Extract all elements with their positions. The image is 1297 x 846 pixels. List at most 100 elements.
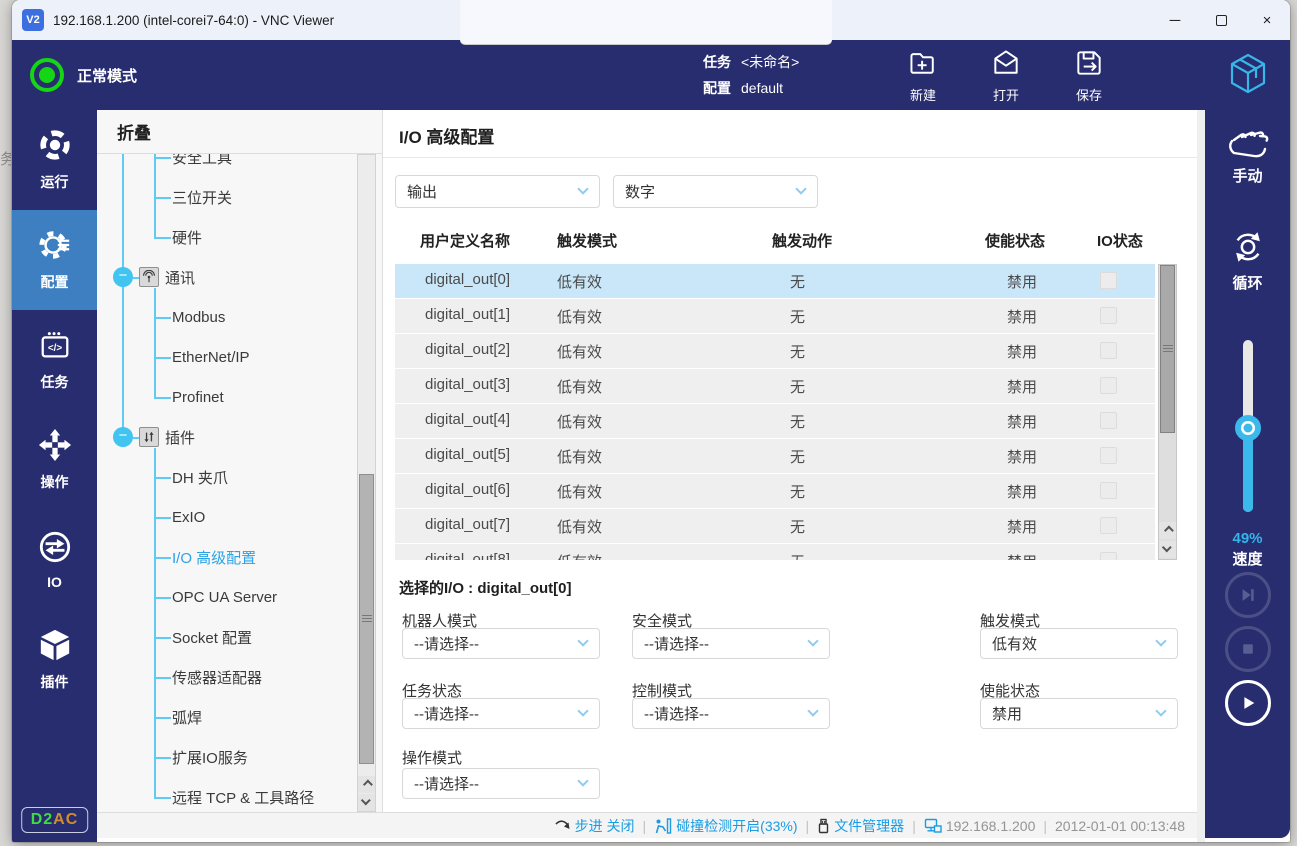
- collision-detection-toggle[interactable]: 碰撞检测开启(33%): [654, 816, 797, 836]
- sidebar-item-io[interactable]: IO: [12, 510, 97, 610]
- step-mode-label: 步进 关闭: [575, 816, 635, 836]
- io-state-checkbox[interactable]: [1100, 272, 1117, 289]
- io-table-row[interactable]: digital_out[0]低有效无禁用: [395, 264, 1155, 298]
- table-scrollbar[interactable]: [1158, 264, 1177, 560]
- maximize-icon: [1216, 15, 1227, 26]
- io-type-select[interactable]: 数字: [613, 175, 818, 208]
- close-button[interactable]: ×: [1244, 0, 1290, 40]
- form-select-value: 禁用: [981, 703, 1022, 724]
- tree-item[interactable]: −通讯: [97, 257, 352, 297]
- svg-text:</>: </>: [47, 343, 62, 354]
- io-table-row[interactable]: digital_out[1]低有效无禁用: [395, 299, 1155, 333]
- sidebar-item-任务[interactable]: </>任务: [12, 310, 97, 410]
- tree-item[interactable]: 传感器适配器: [97, 657, 352, 697]
- config-label: 配置: [703, 78, 731, 98]
- io-state-checkbox[interactable]: [1100, 447, 1117, 464]
- separator: |: [912, 818, 916, 834]
- tree-item-label: Profinet: [172, 389, 224, 406]
- table-scroll-up-button[interactable]: [1159, 522, 1176, 539]
- panel-gap: [1197, 110, 1205, 842]
- tree-item[interactable]: EtherNet/IP: [97, 337, 352, 377]
- io-table-row[interactable]: digital_out[6]低有效无禁用: [395, 474, 1155, 508]
- collapse-minus-icon[interactable]: −: [113, 427, 133, 447]
- open-file-button[interactable]: 打开: [975, 44, 1037, 106]
- io-icon: [38, 530, 72, 567]
- table-cell: 禁用: [1007, 306, 1037, 327]
- task-label: 任务: [703, 52, 731, 72]
- tree-item[interactable]: 安全工具: [97, 154, 352, 177]
- tree-item-label: EtherNet/IP: [172, 349, 250, 366]
- io-table-row[interactable]: digital_out[7]低有效无禁用: [395, 509, 1155, 543]
- speed-slider[interactable]: [1243, 340, 1253, 512]
- form-select[interactable]: 低有效: [980, 628, 1178, 659]
- new-file-button[interactable]: 新建: [892, 44, 954, 106]
- ip-address: 192.168.1.200: [946, 818, 1036, 834]
- tree-scroll-up-button[interactable]: [358, 776, 375, 793]
- stop-button[interactable]: [1225, 626, 1271, 672]
- config-tree-panel: 折叠 安全工具三位开关硬件−通讯Modbus EtherNet/IP Profine…: [97, 110, 383, 812]
- tree-item[interactable]: −插件: [97, 417, 352, 457]
- io-state-checkbox[interactable]: [1100, 552, 1117, 560]
- form-select-value: --请选择--: [403, 703, 479, 724]
- sidebar-item-运行[interactable]: 运行: [12, 110, 97, 210]
- tree-item[interactable]: Modbus: [97, 297, 352, 337]
- form-select[interactable]: 禁用: [980, 698, 1178, 729]
- speed-slider-thumb[interactable]: [1235, 415, 1261, 441]
- sidebar-item-配置[interactable]: 配置: [12, 210, 97, 310]
- form-select[interactable]: --请选择--: [402, 768, 600, 799]
- file-manager-button[interactable]: 文件管理器: [817, 816, 904, 836]
- tree-item[interactable]: 弧焊: [97, 697, 352, 737]
- io-state-checkbox[interactable]: [1100, 342, 1117, 359]
- tree-item[interactable]: 扩展IO服务: [97, 737, 352, 777]
- form-select[interactable]: --请选择--: [402, 698, 600, 729]
- form-select[interactable]: --请选择--: [632, 628, 830, 659]
- play-button[interactable]: [1225, 680, 1271, 726]
- action-label: 打开: [993, 85, 1019, 104]
- sidebar-item-插件[interactable]: 插件: [12, 610, 97, 710]
- loop-mode-button[interactable]: 循环: [1205, 228, 1290, 293]
- io-state-checkbox[interactable]: [1100, 517, 1117, 534]
- sidebar-item-操作[interactable]: 操作: [12, 410, 97, 510]
- maximize-button[interactable]: [1198, 0, 1244, 40]
- vnc-toolbar-tab[interactable]: [460, 0, 832, 45]
- io-table-row[interactable]: digital_out[4]低有效无禁用: [395, 404, 1155, 438]
- io-state-checkbox[interactable]: [1100, 482, 1117, 499]
- network-status[interactable]: 192.168.1.200: [924, 818, 1036, 834]
- table-scroll-down-button[interactable]: [1159, 541, 1176, 558]
- manual-mode-button[interactable]: 手动: [1205, 125, 1290, 186]
- tree-item[interactable]: 三位开关: [97, 177, 352, 217]
- step-icon: [555, 819, 571, 833]
- table-cell: 低有效: [557, 446, 602, 467]
- tree-collapse-header[interactable]: 折叠: [97, 110, 382, 154]
- collapse-minus-icon[interactable]: −: [113, 267, 133, 287]
- step-mode-toggle[interactable]: 步进 关闭: [555, 816, 635, 836]
- tree-item[interactable]: 硬件: [97, 217, 352, 257]
- minimize-button[interactable]: ─: [1152, 0, 1198, 40]
- tree-scrollbar[interactable]: [357, 154, 376, 812]
- save-button[interactable]: 保存: [1058, 44, 1120, 106]
- io-state-checkbox[interactable]: [1100, 307, 1117, 324]
- io-table-row[interactable]: digital_out[5]低有效无禁用: [395, 439, 1155, 473]
- io-state-checkbox[interactable]: [1100, 377, 1117, 394]
- form-select[interactable]: --请选择--: [402, 628, 600, 659]
- tree-scroll-down-button[interactable]: [358, 794, 375, 811]
- step-run-button[interactable]: [1225, 572, 1271, 618]
- table-cell: 低有效: [557, 271, 602, 292]
- tree-item[interactable]: ExIO: [97, 497, 352, 537]
- io-table-row[interactable]: digital_out[2]低有效无禁用: [395, 334, 1155, 368]
- tree-item[interactable]: Socket 配置: [97, 617, 352, 657]
- form-select[interactable]: --请选择--: [632, 698, 830, 729]
- tree-item[interactable]: OPC UA Server: [97, 577, 352, 617]
- tree-item[interactable]: DH 夹爪: [97, 457, 352, 497]
- tree-item[interactable]: Profinet: [97, 377, 352, 417]
- io-state-checkbox[interactable]: [1100, 412, 1117, 429]
- tree-item[interactable]: 远程 TCP & 工具路径: [97, 777, 352, 812]
- app-header: 正常模式 任务 <未命名> 配置 default 新建打开保存: [12, 40, 1290, 110]
- right-sidebar: 手动 循环 49% 速度: [1205, 110, 1290, 838]
- tree-item[interactable]: I/O 高级配置: [97, 537, 352, 577]
- io-table-row[interactable]: digital_out[8]低有效无禁用: [395, 544, 1155, 560]
- io-direction-select[interactable]: 输出: [395, 175, 600, 208]
- tree-scrollbar-thumb[interactable]: [359, 474, 374, 764]
- io-table-row[interactable]: digital_out[3]低有效无禁用: [395, 369, 1155, 403]
- table-scrollbar-thumb[interactable]: [1160, 265, 1175, 433]
